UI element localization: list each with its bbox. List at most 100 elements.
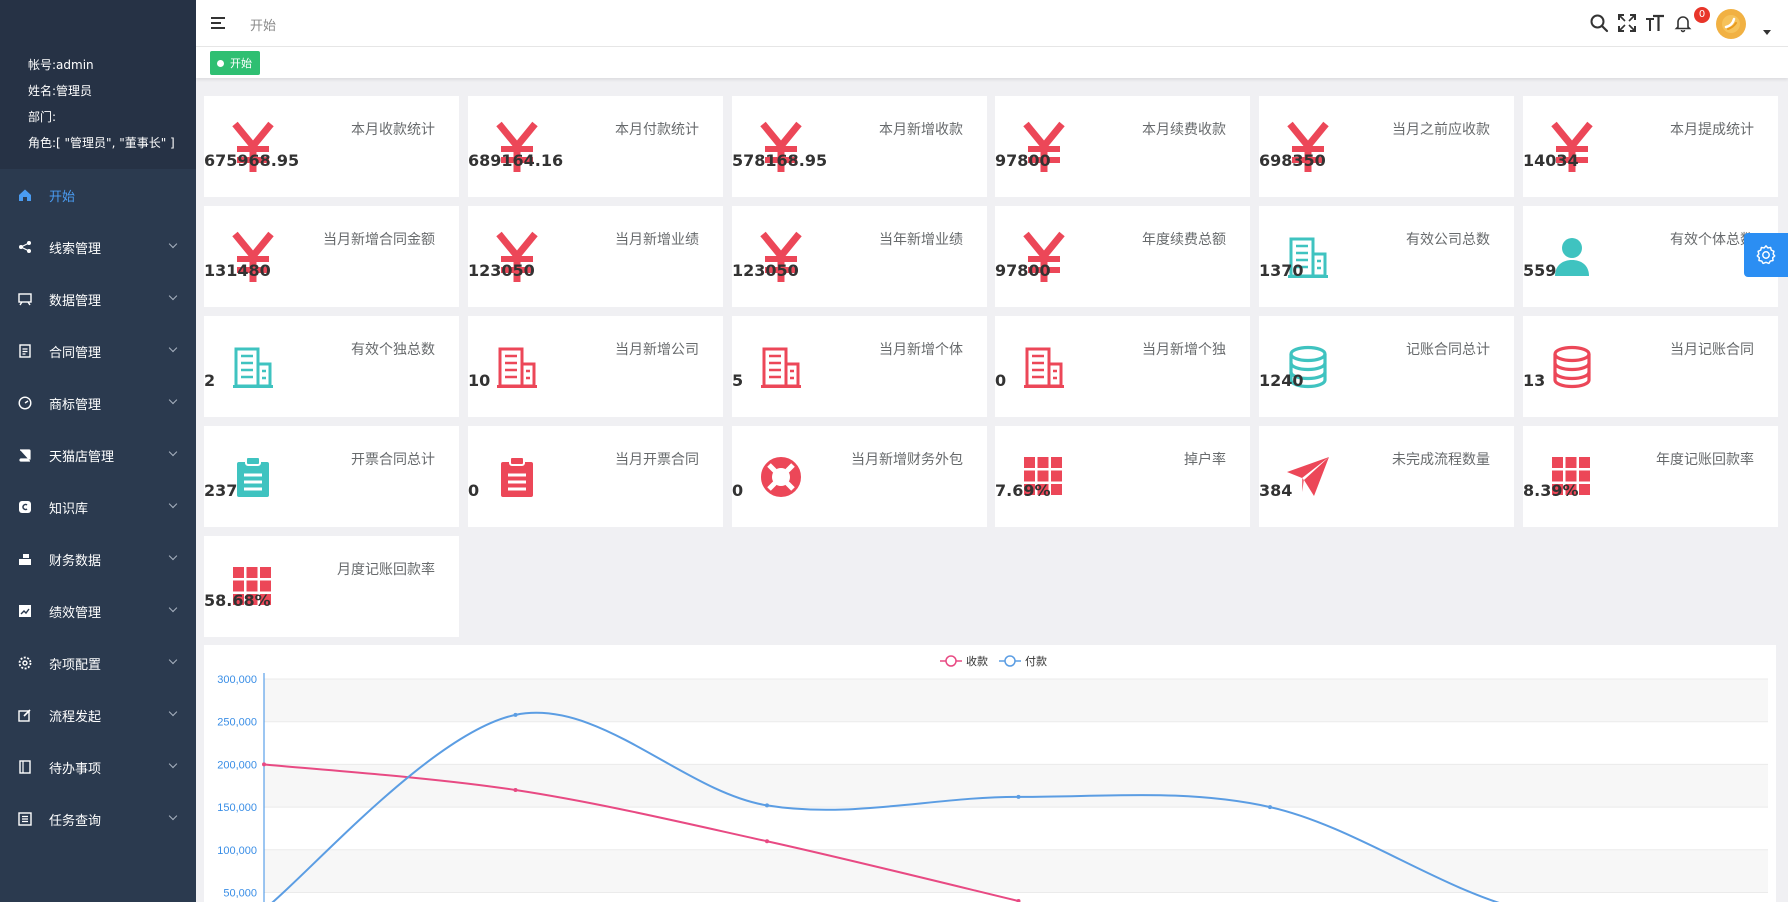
chevron-down-icon: [168, 499, 178, 509]
fullscreen-icon[interactable]: [1617, 13, 1637, 33]
settings-button[interactable]: [1744, 233, 1788, 277]
chevron-down-icon: [168, 291, 178, 301]
stat-card-label: 年度续费总额: [1142, 232, 1226, 248]
stat-card-value: 0: [732, 481, 744, 500]
breadcrumb[interactable]: 开始: [250, 15, 276, 34]
legend-label: 付款: [1025, 654, 1047, 668]
stat-card: 年度续费总额 97800: [995, 206, 1250, 307]
sidebar-item[interactable]: 合同管理: [0, 325, 196, 377]
y-tick-label: 100,000: [217, 845, 257, 857]
sidebar-item[interactable]: 绩效管理: [0, 585, 196, 637]
sidebar-item[interactable]: 杂项配置: [0, 637, 196, 689]
stat-card-value: 58.68%: [204, 591, 271, 610]
stat-card: 当月新增财务外包 0: [732, 426, 987, 527]
stat-card-label: 当月新增业绩: [615, 232, 699, 248]
stat-card-label: 掉户率: [1184, 452, 1226, 468]
stat-card-value: 0: [995, 371, 1007, 390]
stat-card: 本月新增收款 578168.95: [732, 96, 987, 197]
building-icon: [756, 340, 806, 394]
stat-card-value: 578168.95: [732, 151, 828, 170]
y-tick-label: 200,000: [217, 759, 257, 771]
sidebar-item[interactable]: 任务查询: [0, 793, 196, 845]
sidebar-item[interactable]: 知识库: [0, 481, 196, 533]
stat-card: 开票合同总计 237: [204, 426, 459, 527]
stat-card-label: 本月收款统计: [351, 122, 435, 138]
sidebar-item-label: 商标管理: [49, 397, 102, 413]
stat-card-label: 当月新增合同金额: [323, 232, 435, 248]
stat-card-value: 8.39%: [1523, 481, 1579, 500]
chevron-down-icon[interactable]: [1763, 30, 1771, 35]
stat-card-label: 月度记账回款率: [337, 562, 435, 578]
bell-icon[interactable]: [1673, 13, 1693, 33]
chevron-down-icon: [168, 655, 178, 665]
chart-panel: 300,000 250,000 200,000 150,000 100,000 50,00…: [204, 645, 1776, 902]
sidebar-item[interactable]: 数据管理: [0, 273, 196, 325]
y-tick-label: 50,000: [223, 888, 257, 900]
sidebar-item-label: 知识库: [49, 501, 89, 517]
stat-card: 本月提成统计 14034: [1523, 96, 1778, 197]
chevron-down-icon: [168, 707, 178, 717]
sidebar-item[interactable]: 线索管理: [0, 221, 196, 273]
stat-card-label: 有效公司总数: [1406, 232, 1490, 248]
data-point: [765, 803, 769, 808]
stat-card-label: 当年新增业绩: [879, 232, 963, 248]
stat-card: 未完成流程数量 384: [1259, 426, 1514, 527]
tab-start[interactable]: 开始: [210, 51, 260, 75]
stat-card-value: 0: [468, 481, 480, 500]
user-account: 帐号:admin: [28, 58, 94, 72]
stat-card-value: 1240: [1259, 371, 1304, 390]
stat-card: 当月之前应收款 698350: [1259, 96, 1514, 197]
stat-card-label: 当月新增公司: [615, 342, 699, 358]
user-name: 姓名:管理员: [28, 84, 93, 98]
legend-marker: [945, 655, 957, 667]
sidebar-item-label: 财务数据: [49, 553, 102, 569]
gear-icon: [1756, 245, 1776, 265]
stat-card-label: 未完成流程数量: [1392, 452, 1490, 468]
clipboard-icon: [492, 450, 542, 504]
stat-card-value: 123050: [732, 261, 799, 280]
stat-card-label: 记账合同总计: [1406, 342, 1490, 358]
sidebar-item[interactable]: 商标管理: [0, 377, 196, 429]
stat-card: 掉户率 7.69%: [995, 426, 1250, 527]
copyright-icon: [18, 500, 32, 514]
stat-card: 年度记账回款率 8.39%: [1523, 426, 1778, 527]
font-size-icon[interactable]: [1645, 13, 1665, 33]
legend-label: 收款: [966, 654, 988, 668]
line-chart: 300,000 250,000 200,000 150,000 100,000 50,00…: [217, 654, 1768, 902]
stat-card-label: 有效个体总数: [1670, 232, 1754, 248]
stat-card-value: 237: [204, 481, 238, 500]
avatar[interactable]: [1716, 9, 1746, 39]
stat-card-label: 当月新增个独: [1142, 342, 1226, 358]
grid-band: [264, 679, 1768, 722]
top-header: 开始 0: [196, 0, 1788, 47]
stat-card: 月度记账回款率 58.68%: [204, 536, 459, 637]
stat-card-value: 13: [1523, 371, 1546, 390]
stat-card-label: 开票合同总计: [351, 452, 435, 468]
stat-card: 当年新增业绩 123050: [732, 206, 987, 307]
data-point: [513, 788, 518, 793]
line-chart-icon: [18, 604, 32, 618]
chevron-down-icon: [168, 447, 178, 457]
lifebuoy-icon: [756, 450, 806, 504]
sidebar-item-label: 线索管理: [49, 241, 102, 257]
sidebar-item[interactable]: 开始: [0, 169, 196, 221]
tab-bar: 开始: [196, 47, 1788, 78]
user-dept: 部门:: [28, 110, 57, 124]
stat-card-label: 本月新增收款: [879, 122, 963, 138]
sidebar-item-label: 任务查询: [49, 813, 102, 829]
sidebar-item[interactable]: 财务数据: [0, 533, 196, 585]
building-icon: [1019, 340, 1069, 394]
sidebar-item[interactable]: 待办事项: [0, 741, 196, 793]
home-icon: [18, 188, 32, 202]
book-icon: [18, 448, 32, 462]
user-info-panel: 帐号:admin 姓名:管理员 部门: 角色:[ "管理员", "董事长" ]: [0, 0, 196, 169]
menu-toggle-icon[interactable]: [211, 16, 227, 30]
chevron-down-icon: [168, 551, 178, 561]
data-point: [765, 839, 769, 844]
stat-card: 当月新增公司 10: [468, 316, 723, 417]
sidebar-item[interactable]: 流程发起: [0, 689, 196, 741]
list-icon: [18, 812, 32, 826]
search-icon[interactable]: [1589, 13, 1609, 33]
sidebar-item-label: 数据管理: [49, 293, 102, 309]
sidebar-item[interactable]: 天猫店管理: [0, 429, 196, 481]
